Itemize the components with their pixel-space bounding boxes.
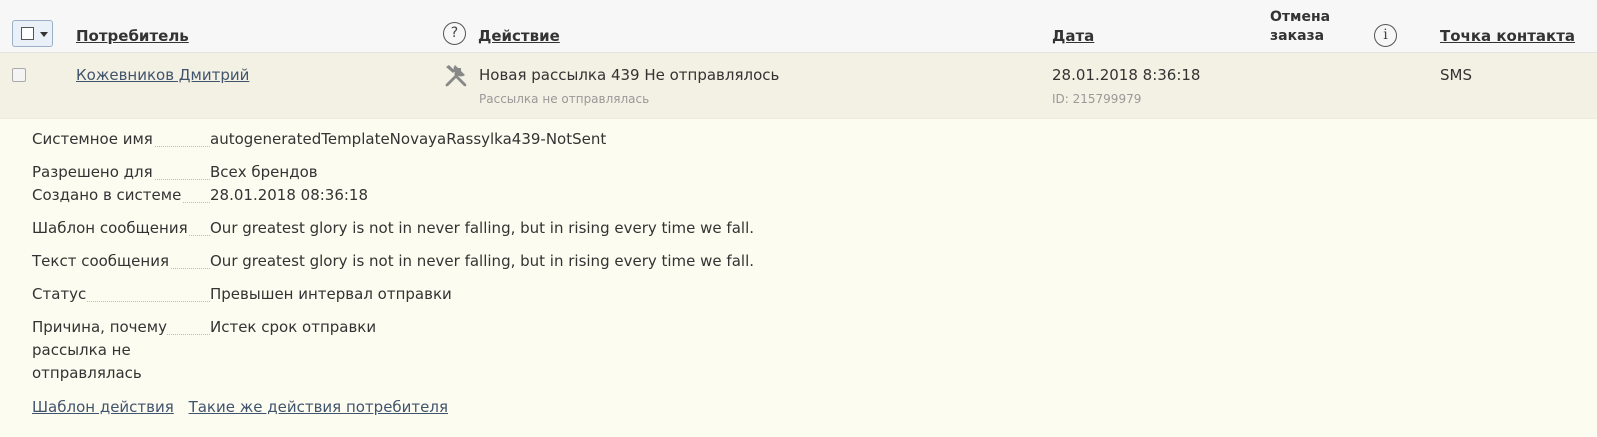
contact-point: SMS [1440,66,1472,84]
detail-value: autogeneratedTemplateNovayaRassylka439-N… [210,130,607,148]
action-id: ID: 215799979 [1052,92,1142,106]
action-subtitle: Рассылка не отправлялась [479,92,650,106]
column-header-consumer[interactable]: Потребитель [76,27,189,45]
detail-label: Текст сообщения [32,252,170,270]
detail-value: Our greatest glory is not in never falli… [210,252,754,270]
select-all-dropdown[interactable] [12,20,53,47]
action-details-panel: Системное имя autogeneratedTemplateNovay… [0,119,1597,437]
info-icon[interactable]: i [1374,24,1397,47]
column-header-order-cancel-line1: Отмена [1270,9,1331,25]
action-title: Новая рассылка 439 Не отправлялось [479,66,780,84]
chevron-down-icon[interactable] [40,32,48,37]
detail-label: Причина, почему рассылка не отправлялась [32,318,167,382]
footer-links: Шаблон действия Такие же действия потреб… [32,398,458,416]
column-header-action[interactable]: Действие [478,27,560,45]
detail-label: Системное имя [32,130,154,148]
table-header: Потребитель ? Действие Дата Отмена заказ… [0,0,1597,53]
column-header-date[interactable]: Дата [1052,27,1094,45]
detail-value: Превышен интервал отправки [210,285,452,303]
action-template-link[interactable]: Шаблон действия [32,398,174,416]
detail-value: 28.01.2018 08:36:18 [210,186,369,204]
consumer-link[interactable]: Кожевников Дмитрий [76,66,249,84]
help-icon[interactable]: ? [443,22,466,45]
column-header-contact-point[interactable]: Точка контакта [1440,27,1575,45]
detail-value: Всех брендов [210,163,318,181]
tools-icon [445,65,467,87]
detail-value: Our greatest glory is not in never falli… [210,219,754,237]
detail-label: Разрешено для [32,163,154,181]
column-header-order-cancel: Отмена заказа [1270,8,1330,46]
row-checkbox[interactable] [12,68,26,82]
table-row[interactable]: Кожевников Дмитрий Новая рассылка 439 Не… [0,53,1597,119]
column-header-order-cancel-line2: заказа [1270,28,1325,44]
action-date: 28.01.2018 8:36:18 [1052,66,1201,84]
select-all-checkbox[interactable] [21,27,34,40]
detail-value: Истек срок отправки [210,318,377,336]
same-consumer-actions-link[interactable]: Такие же действия потребителя [189,398,448,416]
detail-label: Создано в системе [32,186,183,204]
detail-label: Статус [32,285,88,303]
detail-label: Шаблон сообщения [32,219,189,237]
